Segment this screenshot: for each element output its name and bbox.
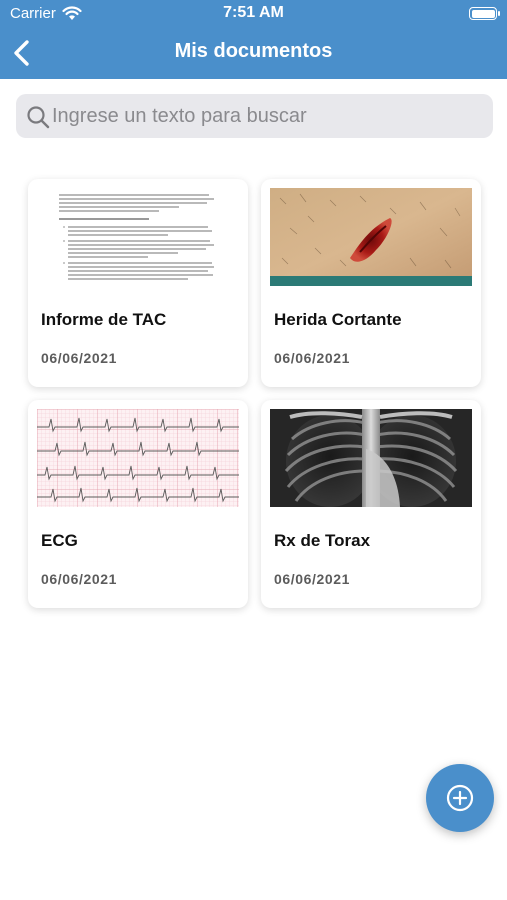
search-bar[interactable] — [16, 94, 493, 138]
document-name: Rx de Torax — [274, 531, 371, 550]
document-date: 06/06/2021 — [41, 571, 118, 587]
status-bar: Carrier 7:51 AM — [0, 0, 507, 28]
page-title: Mis documentos — [174, 40, 333, 62]
document-thumbnail — [270, 409, 472, 507]
document-date: 06/06/2021 — [274, 571, 351, 587]
document-card[interactable]: Herida Cortante 06/06/2021 — [261, 179, 481, 387]
search-input[interactable] — [52, 94, 482, 138]
document-date: 06/06/2021 — [274, 350, 351, 366]
document-name: Informe de TAC — [41, 310, 167, 329]
document-thumbnail — [37, 188, 239, 286]
document-name: ECG — [41, 531, 78, 550]
document-card[interactable]: ECG 06/06/2021 — [28, 400, 248, 608]
add-document-button[interactable] — [426, 764, 494, 832]
search-icon — [27, 106, 50, 129]
battery-icon — [469, 7, 500, 20]
document-card[interactable]: Rx de Torax 06/06/2021 — [261, 400, 481, 608]
status-time: 7:51 AM — [223, 4, 284, 21]
document-name: Herida Cortante — [274, 310, 402, 329]
document-thumbnail — [270, 188, 472, 286]
document-thumbnail — [37, 409, 239, 507]
document-card[interactable]: Informe de TAC 06/06/2021 — [28, 179, 248, 387]
document-date: 06/06/2021 — [41, 350, 118, 366]
app-header: Carrier 7:51 AM Mis documentos — [0, 0, 507, 79]
plus-circle-icon — [446, 784, 474, 812]
